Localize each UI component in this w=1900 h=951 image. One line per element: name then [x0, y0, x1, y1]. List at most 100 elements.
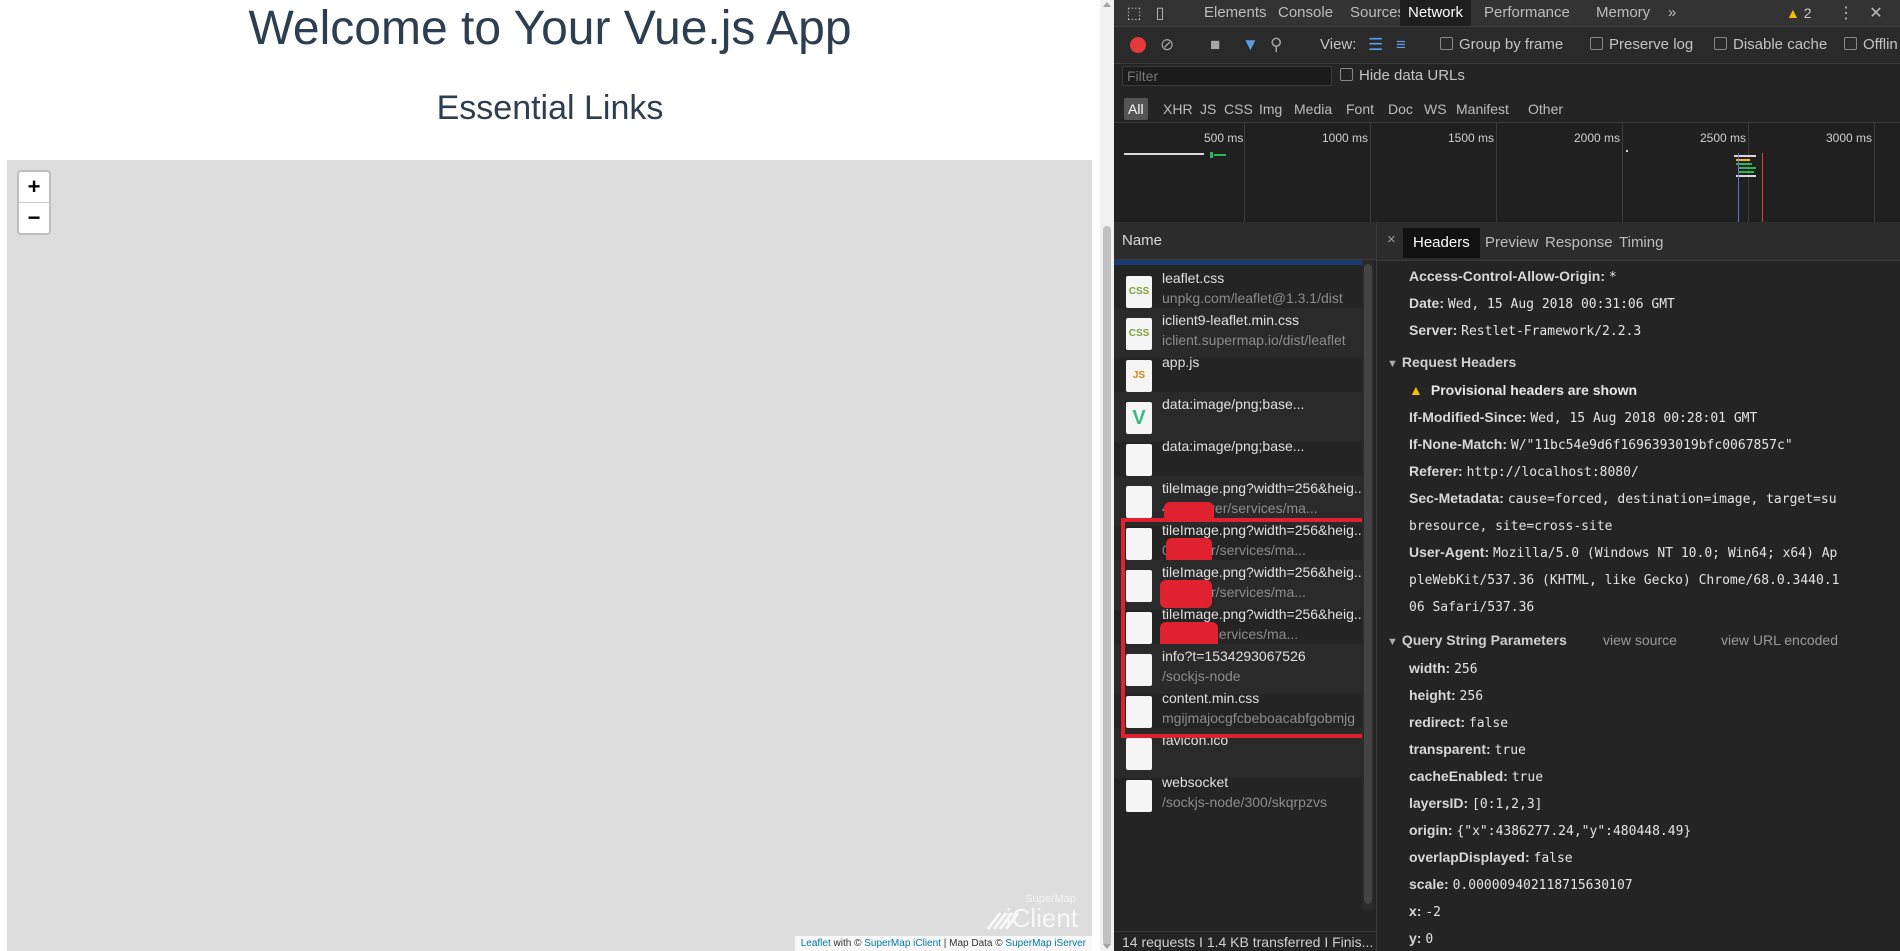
- request-name: data:image/png;base...: [1162, 438, 1305, 454]
- hide-data-urls-checkbox[interactable]: Hide data URLs: [1340, 67, 1465, 84]
- request-name: iclient9-leaflet.min.css: [1162, 312, 1299, 328]
- large-rows-icon[interactable]: ☰: [1368, 35, 1383, 55]
- close-devtools-icon[interactable]: ✕: [1866, 3, 1886, 23]
- tab-network[interactable]: Network: [1400, 0, 1472, 26]
- type-img[interactable]: Img: [1255, 98, 1286, 120]
- offline-checkbox[interactable]: Offlin: [1844, 36, 1898, 53]
- type-all[interactable]: All: [1124, 98, 1148, 120]
- warning-icon: ▲: [1409, 382, 1423, 398]
- type-manifest[interactable]: Manifest: [1452, 98, 1513, 120]
- tab-memory[interactable]: Memory: [1588, 0, 1658, 26]
- request-name: leaflet.css: [1162, 270, 1225, 286]
- tab-console[interactable]: Console: [1270, 0, 1341, 26]
- response-header-row: Server: Restlet-Framework/2.2.3: [1409, 322, 1641, 339]
- header-value: http://localhost:8080/: [1466, 465, 1639, 480]
- network-overview-timeline[interactable]: 500 ms 1000 ms 1500 ms 2000 ms 2500 ms 3…: [1114, 122, 1900, 224]
- query-param-row: origin: {"x":4386277.24,"y":480448.49}: [1409, 822, 1691, 839]
- more-tabs-button[interactable]: »: [1660, 0, 1684, 26]
- filter-input[interactable]: [1122, 66, 1332, 86]
- disable-cache-checkbox[interactable]: Disable cache: [1714, 36, 1827, 53]
- type-font[interactable]: Font: [1342, 98, 1378, 120]
- iserver-link[interactable]: SuperMap iServer: [1005, 938, 1086, 949]
- request-header-row: If-Modified-Since: Wed, 15 Aug 2018 00:2…: [1409, 409, 1757, 426]
- menu-kebab-icon[interactable]: ⋮: [1836, 3, 1856, 23]
- tab-timing[interactable]: Timing: [1609, 228, 1673, 258]
- map-container[interactable]: + − SuperMap iClient Leaflet with © Supe…: [7, 160, 1092, 951]
- app-title: Welcome to Your Vue.js App: [248, 2, 852, 55]
- close-details-icon[interactable]: ×: [1387, 231, 1396, 248]
- header-key: User-Agent:: [1409, 544, 1490, 560]
- caret-down-icon: ▼: [1387, 358, 1398, 370]
- supermap-logo: SuperMap iClient: [984, 893, 1084, 933]
- header-key: Date:: [1409, 295, 1445, 311]
- waterfall-view-icon[interactable]: ≡: [1396, 35, 1406, 55]
- header-value: W/"11bc54e9d6f1696393019bfc0067857c": [1510, 438, 1793, 453]
- device-toolbar-icon[interactable]: ▯: [1150, 3, 1170, 23]
- type-xhr[interactable]: XHR: [1159, 98, 1197, 120]
- zoom-in-button[interactable]: +: [19, 172, 49, 203]
- warnings-badge[interactable]: ▲ 2: [1786, 0, 1812, 26]
- type-ws[interactable]: WS: [1420, 98, 1451, 120]
- header-value: pleWebKit/537.36 (KHTML, like Gecko) Chr…: [1409, 573, 1840, 588]
- zoom-out-button[interactable]: −: [19, 203, 49, 233]
- scroll-up-icon[interactable]: [1103, 2, 1111, 7]
- request-headers-section[interactable]: ▼ Request Headers: [1387, 354, 1516, 370]
- param-value: true: [1494, 743, 1526, 758]
- view-url-encoded-link[interactable]: view URL encoded: [1721, 632, 1838, 648]
- group-by-frame-checkbox[interactable]: Group by frame: [1440, 36, 1563, 53]
- param-key: scale:: [1409, 876, 1449, 892]
- page-scrollbar[interactable]: [1100, 0, 1114, 951]
- type-doc[interactable]: Doc: [1384, 98, 1417, 120]
- query-param-row: cacheEnabled: true: [1409, 768, 1543, 785]
- preserve-log-checkbox[interactable]: Preserve log: [1590, 36, 1693, 53]
- inspect-element-icon[interactable]: ⬚: [1124, 3, 1144, 23]
- type-css[interactable]: CSS: [1220, 98, 1257, 120]
- clear-icon[interactable]: ⊘: [1160, 35, 1174, 55]
- request-list-scrollbar[interactable]: [1362, 260, 1374, 910]
- request-row[interactable]: websocket /sockjs-node/300/skqrpzvs: [1114, 770, 1362, 820]
- js-file-icon: JS: [1126, 360, 1152, 392]
- leaflet-link[interactable]: Leaflet: [801, 938, 831, 949]
- file-icon: [1126, 780, 1152, 812]
- checkbox-icon: [1714, 37, 1727, 50]
- preserve-log-label: Preserve log: [1609, 36, 1694, 53]
- type-other[interactable]: Other: [1524, 98, 1567, 120]
- view-source-link[interactable]: view source: [1603, 632, 1677, 648]
- scroll-thumb[interactable]: [1364, 264, 1372, 904]
- section-title: Query String Parameters: [1401, 632, 1567, 648]
- type-media[interactable]: Media: [1290, 98, 1336, 120]
- type-js[interactable]: JS: [1196, 98, 1220, 120]
- name-column-header[interactable]: Name: [1114, 222, 1376, 260]
- param-key: layersID:: [1409, 795, 1469, 811]
- warnings-count: 2: [1803, 5, 1812, 21]
- disable-cache-label: Disable cache: [1733, 36, 1828, 53]
- param-value: 256: [1454, 662, 1478, 677]
- query-string-section[interactable]: ▼ Query String Parameters: [1387, 632, 1567, 648]
- capture-screenshots-icon[interactable]: ■: [1210, 35, 1220, 55]
- details-tabbar: × Headers Preview Response Timing: [1377, 222, 1900, 261]
- iclient-link[interactable]: SuperMap iClient: [864, 938, 941, 949]
- param-key: overlapDisplayed:: [1409, 849, 1530, 865]
- provisional-text: Provisional headers are shown: [1430, 382, 1638, 398]
- header-value: Restlet-Framework/2.2.3: [1461, 324, 1642, 339]
- search-icon[interactable]: ⚲: [1270, 35, 1282, 55]
- request-header-row: User-Agent: Mozilla/5.0 (Windows NT 10.0…: [1409, 544, 1837, 561]
- param-value: true: [1511, 770, 1544, 785]
- record-icon[interactable]: [1130, 37, 1146, 53]
- param-value: -2: [1425, 905, 1441, 920]
- checkbox-icon: [1440, 37, 1453, 50]
- tab-elements[interactable]: Elements: [1196, 0, 1275, 26]
- request-name: data:image/png;base...: [1162, 396, 1305, 412]
- network-toolbar: ⊘ ■ ▼ ⚲ View: ☰ ≡ Group by frame Preserv…: [1114, 27, 1900, 64]
- css-file-icon: CSS: [1126, 318, 1152, 350]
- filter-icon[interactable]: ▼: [1242, 35, 1259, 55]
- page-scroll-thumb[interactable]: [1103, 226, 1111, 946]
- request-header-row: pleWebKit/537.36 (KHTML, like Gecko) Chr…: [1409, 571, 1839, 588]
- query-param-row: height: 256: [1409, 687, 1483, 704]
- tab-performance[interactable]: Performance: [1476, 0, 1578, 26]
- request-header-row: Referer: http://localhost:8080/: [1409, 463, 1639, 480]
- hide-data-urls-label: Hide data URLs: [1359, 67, 1465, 84]
- query-param-row: x: -2: [1409, 903, 1441, 920]
- tab-headers[interactable]: Headers: [1403, 228, 1480, 258]
- scroll-down-icon[interactable]: [1103, 944, 1111, 949]
